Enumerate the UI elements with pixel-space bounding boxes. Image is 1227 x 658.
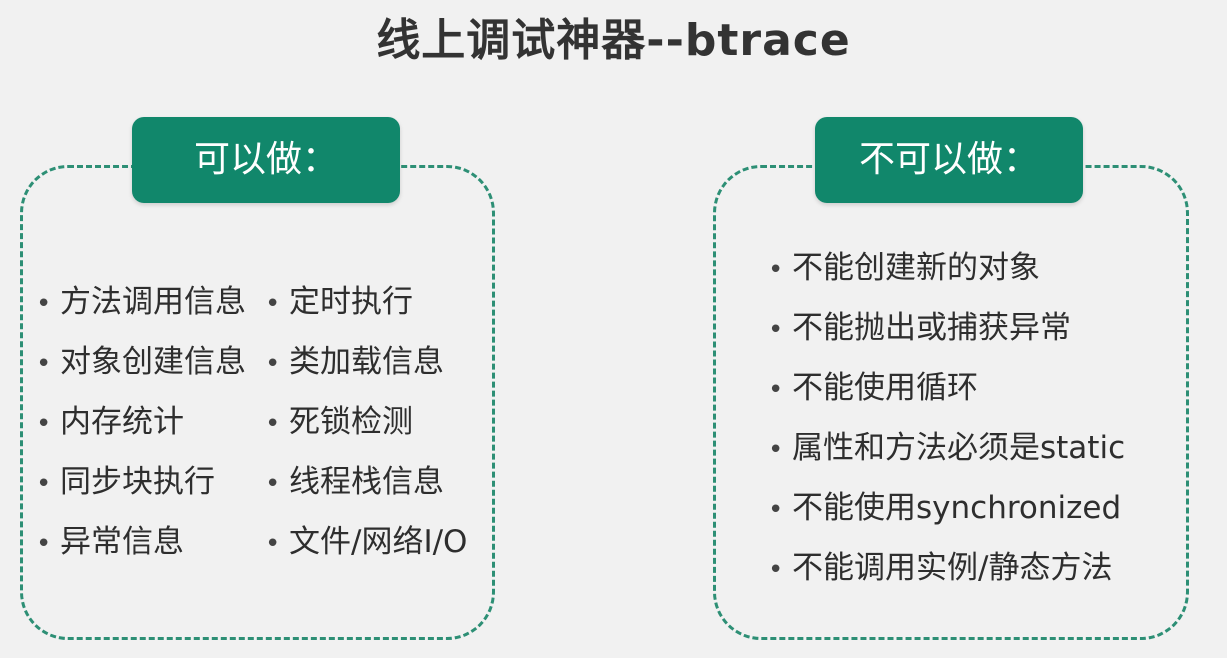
list-item: • 内存统计 bbox=[36, 392, 246, 452]
bullet-icon: • bbox=[265, 349, 281, 379]
bullet-icon: • bbox=[768, 375, 784, 405]
list-item-text: 属性和方法必须是static bbox=[792, 430, 1126, 466]
list-item: • 属性和方法必须是static bbox=[768, 418, 1125, 478]
list-item-text: 同步块执行 bbox=[60, 464, 215, 500]
list-item-text: 定时执行 bbox=[289, 284, 413, 320]
list-item-text: 死锁检测 bbox=[289, 404, 413, 440]
list-item: • 定时执行 bbox=[265, 272, 467, 332]
list-item-text: 线程栈信息 bbox=[289, 464, 444, 500]
list-item: • 不能创建新的对象 bbox=[768, 238, 1125, 298]
bullet-icon: • bbox=[36, 289, 52, 319]
list-item-text: 文件/网络I/O bbox=[289, 524, 468, 560]
list-item: • 死锁检测 bbox=[265, 392, 467, 452]
list-item-text: 不能创建新的对象 bbox=[792, 250, 1040, 286]
list-item: • 线程栈信息 bbox=[265, 452, 467, 512]
bullet-icon: • bbox=[36, 409, 52, 439]
list-item: • 类加载信息 bbox=[265, 332, 467, 392]
slide-title: 线上调试神器--btrace bbox=[376, 15, 851, 66]
list-item-text: 不能使用synchronized bbox=[792, 490, 1122, 526]
bullet-icon: • bbox=[768, 495, 784, 525]
list-item-text: 异常信息 bbox=[60, 524, 184, 560]
bullet-icon: • bbox=[768, 315, 784, 345]
bullet-icon: • bbox=[265, 409, 281, 439]
bullet-icon: • bbox=[768, 255, 784, 285]
bullet-icon: • bbox=[36, 349, 52, 379]
bullet-icon: • bbox=[36, 469, 52, 499]
bullet-icon: • bbox=[265, 529, 281, 559]
can-do-label: 可以做： bbox=[132, 117, 400, 203]
bullet-icon: • bbox=[36, 529, 52, 559]
list-item-text: 类加载信息 bbox=[289, 344, 444, 380]
list-item-text: 对象创建信息 bbox=[60, 344, 246, 380]
bullet-icon: • bbox=[265, 469, 281, 499]
can-do-list-column-1: • 方法调用信息 • 对象创建信息 • 内存统计 • 同步块执行 • 异常信息 bbox=[36, 272, 246, 572]
list-item: • 不能使用循环 bbox=[768, 358, 1125, 418]
list-item-text: 不能使用循环 bbox=[792, 370, 978, 406]
list-item: • 不能抛出或捕获异常 bbox=[768, 298, 1125, 358]
list-item-text: 不能抛出或捕获异常 bbox=[792, 310, 1071, 346]
list-item: • 方法调用信息 bbox=[36, 272, 246, 332]
list-item: • 异常信息 bbox=[36, 512, 246, 572]
list-item: • 对象创建信息 bbox=[36, 332, 246, 392]
list-item-text: 不能调用实例/静态方法 bbox=[792, 550, 1113, 586]
bullet-icon: • bbox=[265, 289, 281, 319]
cannot-do-label: 不可以做： bbox=[815, 117, 1083, 203]
can-do-list-column-2: • 定时执行 • 类加载信息 • 死锁检测 • 线程栈信息 • 文件/网络I/O bbox=[265, 272, 467, 572]
list-item: • 同步块执行 bbox=[36, 452, 246, 512]
list-item-text: 内存统计 bbox=[60, 404, 184, 440]
bullet-icon: • bbox=[768, 435, 784, 465]
bullet-icon: • bbox=[768, 555, 784, 585]
list-item: • 文件/网络I/O bbox=[265, 512, 467, 572]
list-item-text: 方法调用信息 bbox=[60, 284, 246, 320]
list-item: • 不能使用synchronized bbox=[768, 478, 1125, 538]
cannot-do-list: • 不能创建新的对象 • 不能抛出或捕获异常 • 不能使用循环 • 属性和方法必须是st… bbox=[768, 238, 1125, 598]
list-item: • 不能调用实例/静态方法 bbox=[768, 538, 1125, 598]
